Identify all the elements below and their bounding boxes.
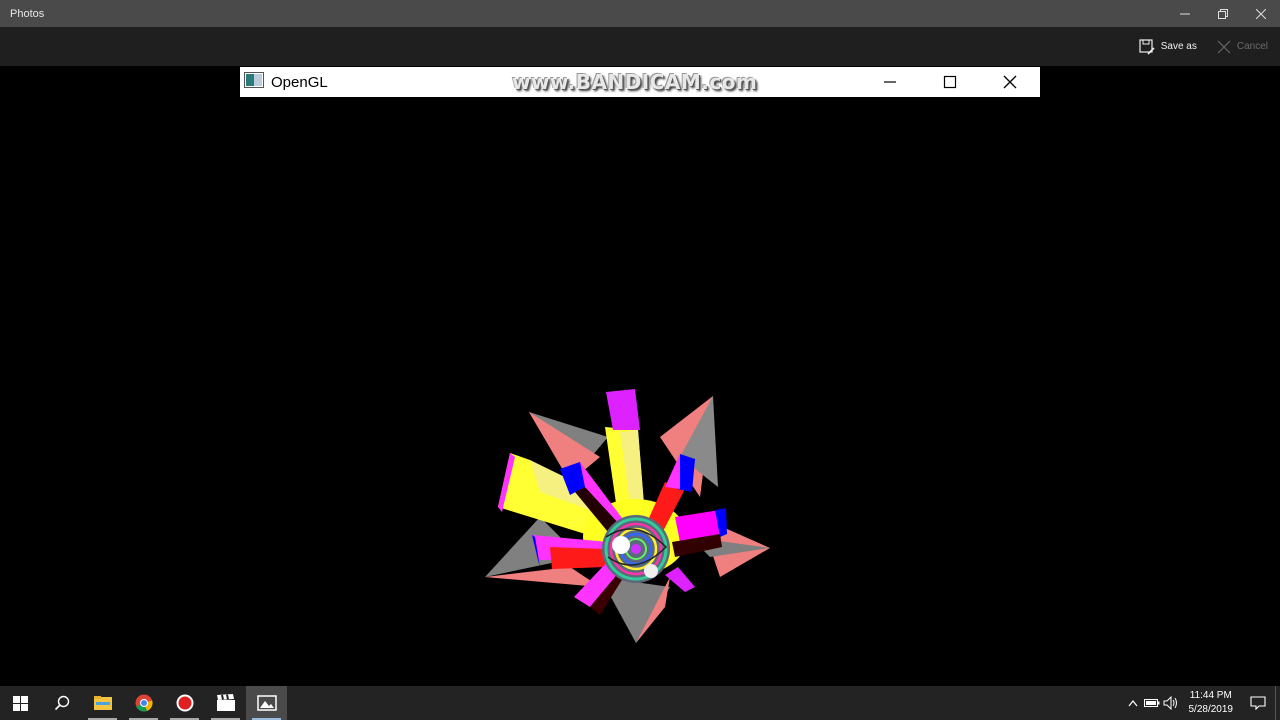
- chevron-up-icon: [1128, 700, 1138, 707]
- photos-title-bar: Photos: [0, 0, 1280, 27]
- maximize-icon: [943, 75, 957, 89]
- start-button[interactable]: [0, 686, 41, 720]
- speaker-icon: [1163, 696, 1177, 710]
- clapperboard-icon: [216, 694, 235, 711]
- taskbar-bandicam[interactable]: [164, 686, 205, 720]
- close-button[interactable]: [1242, 0, 1280, 27]
- notification-icon: [1250, 696, 1266, 710]
- opengl-app-icon: [244, 71, 264, 93]
- windows-start-icon: [13, 695, 28, 711]
- volume-button[interactable]: [1162, 686, 1181, 720]
- cancel-button[interactable]: Cancel: [1217, 40, 1268, 54]
- clock-time: 11:44 PM: [1189, 690, 1232, 701]
- save-as-button[interactable]: Save as: [1139, 38, 1197, 55]
- record-icon: [176, 694, 193, 712]
- opengl-maximize-button[interactable]: [920, 67, 980, 97]
- app-title: Photos: [10, 7, 45, 20]
- taskbar-photos[interactable]: [246, 686, 287, 720]
- minimize-icon: [1180, 13, 1190, 14]
- opengl-render-scene: [485, 389, 770, 643]
- taskbar-clock[interactable]: 11:44 PM 5/28/2019: [1189, 689, 1234, 717]
- search-icon: [54, 695, 69, 711]
- opengl-window-controls: [860, 67, 1040, 97]
- opengl-close-button[interactable]: [980, 67, 1040, 97]
- opengl-minimize-button[interactable]: [860, 67, 920, 97]
- battery-button[interactable]: [1143, 686, 1162, 720]
- window-controls: [1166, 0, 1280, 27]
- save-as-icon: [1139, 38, 1155, 55]
- show-hidden-icons-button[interactable]: [1124, 686, 1143, 720]
- clock-date: 5/28/2019: [1188, 704, 1234, 715]
- battery-icon: [1144, 699, 1160, 707]
- opengl-title-bar: OpenGL www.BANDICAM.com: [240, 67, 1040, 97]
- cancel-label: Cancel: [1236, 41, 1268, 52]
- taskbar-video-editor[interactable]: [205, 686, 246, 720]
- action-center-button[interactable]: [1241, 686, 1275, 720]
- close-icon: [1256, 8, 1266, 19]
- close-icon: [1003, 75, 1017, 89]
- opengl-title: OpenGL: [271, 73, 328, 91]
- central-sphere: [602, 515, 670, 583]
- taskbar-chrome[interactable]: [123, 686, 164, 720]
- chrome-icon: [135, 694, 153, 712]
- restore-button[interactable]: [1204, 0, 1242, 27]
- file-explorer-icon: [93, 696, 112, 710]
- search-button[interactable]: [41, 686, 82, 720]
- taskbar: 11:44 PM 5/28/2019: [0, 686, 1280, 720]
- system-tray: 11:44 PM 5/28/2019: [1124, 686, 1280, 720]
- minimize-button[interactable]: [1166, 0, 1204, 27]
- photos-icon: [256, 695, 277, 711]
- restore-icon: [1218, 8, 1228, 19]
- show-desktop-button[interactable]: [1275, 686, 1280, 720]
- taskbar-file-explorer[interactable]: [82, 686, 123, 720]
- bandicam-watermark: www.BANDICAM.com: [512, 70, 758, 94]
- minimize-icon: [884, 81, 896, 83]
- cancel-icon: [1217, 40, 1231, 53]
- opengl-window: OpenGL www.BANDICAM.com: [240, 67, 1040, 686]
- save-as-label: Save as: [1160, 41, 1197, 52]
- command-bar: Save as Cancel: [0, 27, 1280, 66]
